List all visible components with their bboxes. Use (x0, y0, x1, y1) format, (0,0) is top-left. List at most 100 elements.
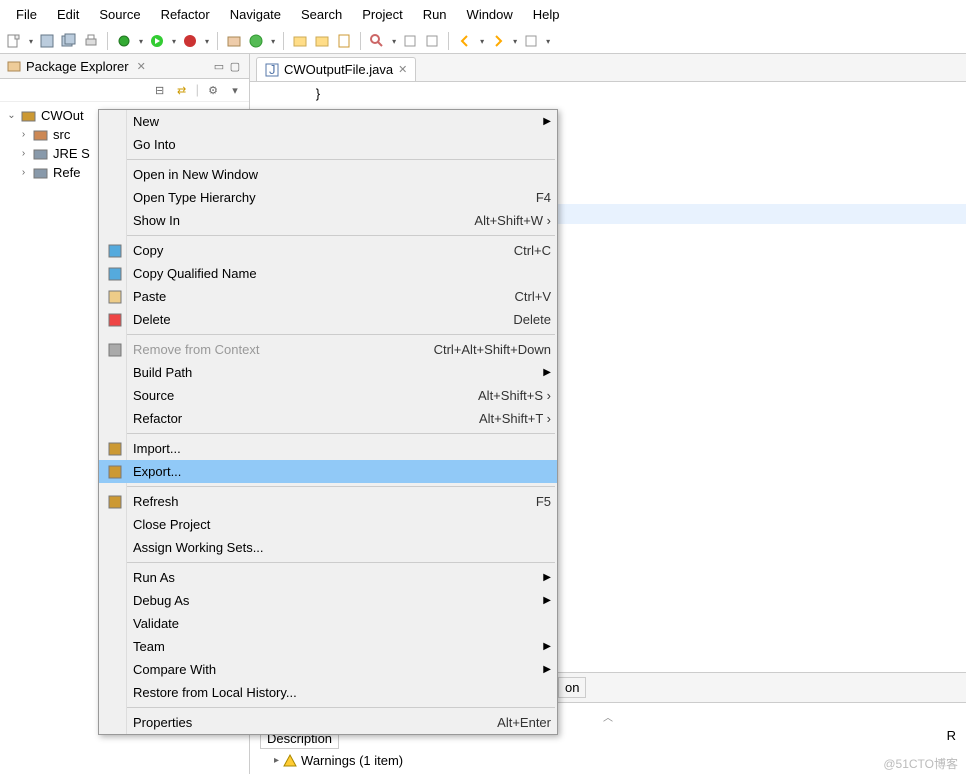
menu-run[interactable]: Run (415, 4, 455, 25)
twisty-icon[interactable]: › (18, 129, 29, 140)
save-icon[interactable] (39, 33, 55, 49)
menubar: FileEditSourceRefactorNavigateSearchProj… (0, 0, 966, 29)
menu-label: Properties (133, 715, 192, 730)
separator (107, 32, 108, 50)
menu-source[interactable]: Source (91, 4, 148, 25)
run-last-icon[interactable] (182, 33, 198, 49)
menu-item-close-project[interactable]: Close Project (99, 513, 557, 536)
pin-icon[interactable] (523, 33, 539, 49)
menu-item-build-path[interactable]: Build Path▶ (99, 361, 557, 384)
debug-icon[interactable] (116, 33, 132, 49)
menu-edit[interactable]: Edit (49, 4, 87, 25)
menu-label: Source (133, 388, 174, 403)
resource-header[interactable]: R (947, 728, 956, 749)
menu-label: Refresh (133, 494, 179, 509)
menu-item-remove-from-context[interactable]: Remove from ContextCtrl+Alt+Shift+Down (99, 338, 557, 361)
close-icon[interactable]: ✕ (398, 63, 407, 76)
submenu-arrow-icon: ▶ (535, 641, 551, 652)
submenu-arrow-icon: ▶ (535, 664, 551, 675)
close-icon[interactable]: ✕ (137, 60, 146, 73)
menu-item-copy[interactable]: CopyCtrl+C (99, 239, 557, 262)
search-icon[interactable] (369, 33, 385, 49)
package-explorer-icon (6, 58, 22, 74)
menu-item-open-in-new-window[interactable]: Open in New Window (99, 163, 557, 186)
twisty-icon[interactable]: › (18, 148, 29, 159)
menu-item-show-in[interactable]: Show InAlt+Shift+W › (99, 209, 557, 232)
menu-item-import-[interactable]: Import... (99, 437, 557, 460)
dropdown-arrow-icon[interactable]: ▾ (29, 37, 33, 46)
menu-item-run-as[interactable]: Run As▶ (99, 566, 557, 589)
open-resource-icon[interactable] (314, 33, 330, 49)
link-editor-icon[interactable]: ⇄ (174, 82, 190, 98)
menu-item-refactor[interactable]: RefactorAlt+Shift+T › (99, 407, 557, 430)
menu-help[interactable]: Help (525, 4, 568, 25)
twisty-icon[interactable]: ⌄ (6, 110, 17, 121)
new-package-icon[interactable] (226, 33, 242, 49)
menu-label: Assign Working Sets... (133, 540, 264, 555)
open-task-icon[interactable] (336, 33, 352, 49)
shortcut: Alt+Shift+S › (478, 388, 551, 403)
twisty-icon[interactable]: › (18, 167, 29, 178)
menu-item-open-type-hierarchy[interactable]: Open Type HierarchyF4 (99, 186, 557, 209)
view-menu-icon[interactable]: ▾ (227, 82, 243, 98)
menu-item-delete[interactable]: DeleteDelete (99, 308, 557, 331)
menu-item-source[interactable]: Source Alt+Shift+S › (99, 384, 557, 407)
main-toolbar: ▾ ▾ ▾ ▾ ▾ ▾ ▾ ▾ ▾ (0, 29, 966, 54)
shortcut: Ctrl+C (514, 243, 551, 258)
collapse-all-icon[interactable]: ⊟ (152, 82, 168, 98)
menu-item-team[interactable]: Team▶ (99, 635, 557, 658)
menu-item-export-[interactable]: Export... (99, 460, 557, 483)
toggle-mark-icon[interactable] (402, 33, 418, 49)
editor-tab[interactable]: J CWOutputFile.java ✕ (256, 57, 416, 81)
menu-search[interactable]: Search (293, 4, 350, 25)
menu-label: Compare With (133, 662, 216, 677)
panel-header: Package Explorer ✕ ▭ ▢ (0, 54, 249, 79)
open-type-icon[interactable] (292, 33, 308, 49)
menu-window[interactable]: Window (459, 4, 521, 25)
menu-item-copy-qualified-name[interactable]: Copy Qualified Name (99, 262, 557, 285)
menu-item-assign-working-sets-[interactable]: Assign Working Sets... (99, 536, 557, 559)
warnings-label[interactable]: Warnings (1 item) (301, 753, 403, 768)
tree-label: JRE S (53, 146, 90, 161)
menu-refactor[interactable]: Refactor (153, 4, 218, 25)
new-class-icon[interactable] (248, 33, 264, 49)
nav-fwd-icon[interactable] (490, 33, 506, 49)
context-menu: New▶Go IntoOpen in New WindowOpen Type H… (98, 109, 558, 735)
separator (448, 32, 449, 50)
menu-item-paste[interactable]: PasteCtrl+V (99, 285, 557, 308)
menu-label: Open Type Hierarchy (133, 190, 256, 205)
menu-item-compare-with[interactable]: Compare With ▶ (99, 658, 557, 681)
save-all-icon[interactable] (61, 33, 77, 49)
minimize-icon[interactable]: ▭ (211, 58, 227, 74)
filter-icon[interactable]: ⚙ (205, 82, 221, 98)
menu-label: Restore from Local History... (133, 685, 297, 700)
menu-item-restore-from-local-history-[interactable]: Restore from Local History... (99, 681, 557, 704)
nav-back-icon[interactable] (457, 33, 473, 49)
menu-project[interactable]: Project (354, 4, 410, 25)
copy-icon (107, 243, 123, 259)
project-icon (21, 109, 37, 123)
twisty-icon[interactable]: ▸ (274, 755, 279, 766)
new-icon[interactable] (6, 33, 22, 49)
menu-item-new[interactable]: New▶ (99, 110, 557, 133)
run-icon[interactable] (149, 33, 165, 49)
description-column[interactable]: on (558, 677, 586, 698)
separator (283, 32, 284, 50)
menu-item-validate[interactable]: Validate (99, 612, 557, 635)
panel-title: Package Explorer (26, 59, 129, 74)
import-icon (107, 441, 123, 457)
maximize-icon[interactable]: ▢ (227, 58, 243, 74)
menu-navigate[interactable]: Navigate (222, 4, 289, 25)
print-icon[interactable] (83, 33, 99, 49)
menu-label: Copy Qualified Name (133, 266, 257, 281)
menu-file[interactable]: File (8, 4, 45, 25)
menu-label: Go Into (133, 137, 176, 152)
package-icon (33, 128, 49, 142)
ant-icon[interactable] (424, 33, 440, 49)
refresh-icon (107, 494, 123, 510)
menu-item-properties[interactable]: PropertiesAlt+Enter (99, 711, 557, 734)
menu-label: Export... (133, 464, 181, 479)
menu-item-go-into[interactable]: Go Into (99, 133, 557, 156)
menu-item-debug-as[interactable]: Debug As▶ (99, 589, 557, 612)
menu-item-refresh[interactable]: RefreshF5 (99, 490, 557, 513)
